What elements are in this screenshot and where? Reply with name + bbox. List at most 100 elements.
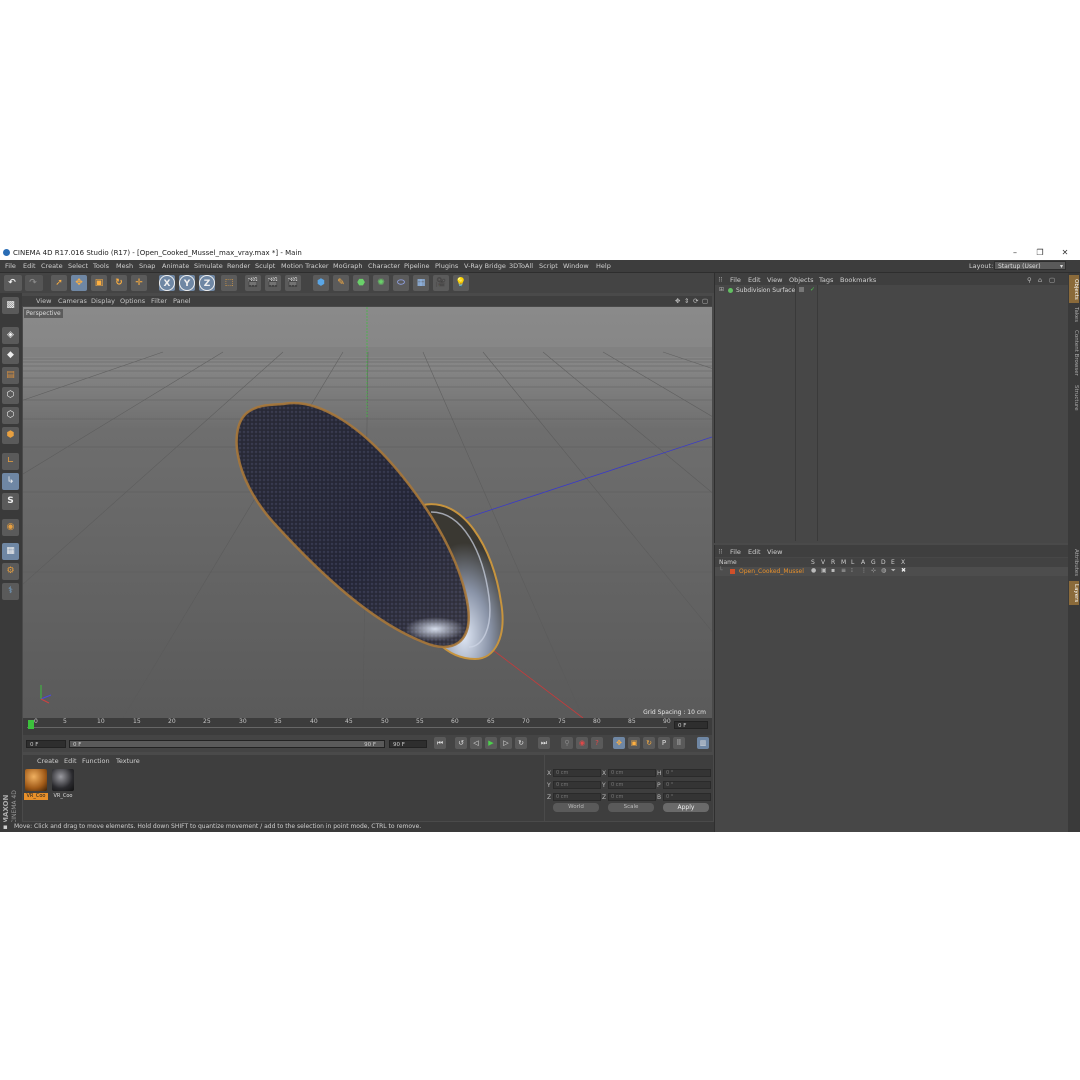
menu-3dtoall[interactable]: 3DToAll [509,262,533,270]
visibility-editor-icon[interactable] [799,287,804,292]
position-y-field[interactable]: 0 cm [553,781,601,789]
undo-button[interactable]: ↶ [4,275,22,291]
menu-edit[interactable]: Edit [23,262,36,270]
layer-row[interactable]: └ Open_Cooked_Mussel ● ▣ ▪ ≡ ⁝ ⋮ ⊹ ◍ ⏷ ✖ [715,567,1069,576]
menu-character[interactable]: Character [368,262,400,270]
menu-create[interactable]: Create [41,262,63,270]
layer-menu-edit[interactable]: Edit [748,548,761,556]
solo-button[interactable]: ▦ [2,543,19,560]
menu-select[interactable]: Select [68,262,88,270]
axis-mode-button[interactable]: ∟ [2,453,19,470]
current-frame-field[interactable]: 0 F [674,721,708,729]
menu-vray-bridge[interactable]: V-Ray Bridge [464,262,506,270]
viewport-move-icon[interactable]: ✥ [675,297,680,305]
render-view-button[interactable]: 🎬 [245,275,261,291]
move-tool-button[interactable]: ✥ [71,275,87,291]
keyframe-selection-button[interactable]: ? [591,737,603,749]
key-parameter-button[interactable]: P [658,737,670,749]
tab-takes[interactable]: Takes [1069,305,1079,325]
snap-button[interactable]: S [2,493,19,510]
deformers-toggle-icon[interactable]: ◍ [881,567,886,574]
render-to-picture-viewer-button[interactable]: 🎬 [265,275,281,291]
locked-toggle-icon[interactable]: ⁝ [851,567,853,574]
solo-toggle-icon[interactable]: ● [811,567,816,574]
menu-script[interactable]: Script [539,262,558,270]
home-icon[interactable]: ⌂ [1038,276,1042,284]
panel-grip-icon[interactable]: ⠿ [718,548,723,556]
layer-menu-file[interactable]: File [730,548,741,556]
key-scale-button[interactable]: ▣ [628,737,640,749]
previous-key-button[interactable]: ↺ [455,737,467,749]
position-z-field[interactable]: 0 cm [553,793,601,801]
menu-mesh[interactable]: Mesh [116,262,133,270]
redo-button[interactable]: ↷ [25,275,43,291]
panel-grip-icon[interactable]: ⠿ [718,276,723,284]
tweak-mode-button[interactable]: ↳ [2,473,19,490]
texture-mode-button[interactable]: ◆ [2,347,19,364]
enabled-check-icon[interactable]: ✓ [810,286,815,293]
points-mode-button[interactable]: ⬡ [2,387,19,404]
generators-toggle-icon[interactable]: ⊹ [871,567,876,574]
menu-mograph[interactable]: MoGraph [333,262,363,270]
go-to-end-button[interactable]: ⏭ [538,737,550,749]
object-menu-file[interactable]: File [730,276,741,284]
layout-dropdown[interactable]: Startup (User) ▾ [994,261,1066,270]
timeline-ruler[interactable]: 0 5 10 15 20 25 30 35 40 45 50 55 60 65 … [23,718,712,735]
lock-y-axis-button[interactable]: Y [179,275,195,291]
render-settings-button[interactable]: 🎬 [285,275,301,291]
viewport-zoom-icon[interactable]: ⇕ [684,297,689,305]
viewport-label[interactable]: Perspective [24,309,63,318]
material-menu-edit[interactable]: Edit [64,757,77,765]
next-frame-button[interactable]: ▷ [500,737,512,749]
viewport-maximize-icon[interactable]: ▢ [702,297,708,305]
rotation-p-field[interactable]: 0 ° [663,781,711,789]
material-menu-texture[interactable]: Texture [116,757,140,765]
xref-toggle-icon[interactable]: ✖ [901,567,906,574]
python-button[interactable]: ⚕ [2,583,19,600]
size-x-field[interactable]: 0 cm [608,769,656,777]
viewport-menu-options[interactable]: Options [120,297,145,305]
camera-button[interactable]: 🎥 [433,275,449,291]
layer-color-swatch[interactable] [730,569,735,574]
workplane-mode-button[interactable]: ▤ [2,367,19,384]
key-rotation-button[interactable]: ↻ [643,737,655,749]
close-button[interactable]: ✕ [1058,247,1072,259]
tab-content-browser[interactable]: Content Browser [1069,327,1079,379]
rotation-b-field[interactable]: 0 ° [663,793,711,801]
menu-tools[interactable]: Tools [93,262,109,270]
render-toggle-icon[interactable]: ▪ [831,567,835,574]
minimize-button[interactable]: – [1008,247,1022,259]
frame-range-slider[interactable]: 0 F 90 F [69,740,385,748]
start-frame-field[interactable]: 0 F [26,740,66,748]
key-pla-button[interactable]: ⠿ [673,737,685,749]
object-menu-view[interactable]: View [767,276,782,284]
menu-render[interactable]: Render [227,262,250,270]
layer-menu-view[interactable]: View [767,548,782,556]
layer-name[interactable]: Open_Cooked_Mussel [739,568,804,575]
polygons-mode-button[interactable]: ⬢ [2,427,19,444]
rotation-h-field[interactable]: 0 ° [663,769,711,777]
material-menu-function[interactable]: Function [82,757,110,765]
array-button[interactable]: ✺ [373,275,389,291]
material-swatch[interactable] [52,769,74,791]
size-y-field[interactable]: 0 cm [608,781,656,789]
tab-objects[interactable]: Objects [1069,275,1079,303]
expressions-toggle-icon[interactable]: ⏷ [891,567,896,575]
timeline-button[interactable]: ▥ [697,737,709,749]
viewport-menu-display[interactable]: Display [91,297,115,305]
model-mode-button[interactable]: ◈ [2,327,19,344]
position-x-field[interactable]: 0 cm [553,769,601,777]
menu-sculpt[interactable]: Sculpt [255,262,275,270]
object-menu-edit[interactable]: Edit [748,276,761,284]
menu-pipeline[interactable]: Pipeline [404,262,429,270]
menu-motion-tracker[interactable]: Motion Tracker [281,262,329,270]
edges-mode-button[interactable]: ⬡ [2,407,19,424]
view-toggle-icon[interactable]: ▣ [821,567,827,574]
new-view-icon[interactable]: ▢ [1049,276,1055,284]
viewport-menu-cameras[interactable]: Cameras [58,297,87,305]
search-icon[interactable]: ⚲ [1027,276,1032,284]
restore-button[interactable]: ❐ [1033,247,1047,259]
menu-simulate[interactable]: Simulate [194,262,223,270]
menu-help[interactable]: Help [596,262,611,270]
make-editable-button[interactable]: ▩ [2,297,19,314]
